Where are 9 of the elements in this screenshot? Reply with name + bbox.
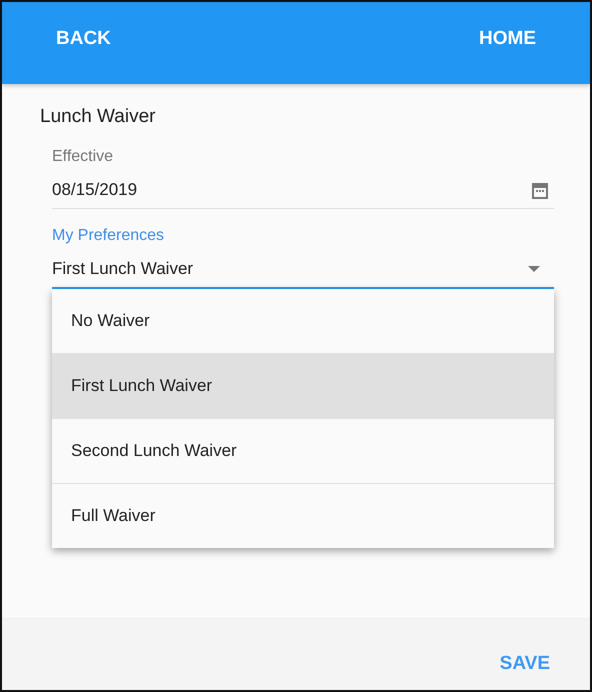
menu-option[interactable]: First Lunch Waiver [52, 354, 554, 419]
menu-option[interactable]: Full Waiver [52, 484, 554, 548]
menu-option[interactable]: Second Lunch Waiver [52, 419, 554, 484]
caret-icon [528, 266, 540, 272]
date-field[interactable]: 08/15/2019 [52, 180, 554, 209]
field-label: My Preferences [52, 227, 166, 245]
field-label: Effective [52, 148, 114, 166]
page-title: Lunch Waiver [40, 106, 156, 128]
calendar-icon[interactable] [530, 180, 550, 200]
